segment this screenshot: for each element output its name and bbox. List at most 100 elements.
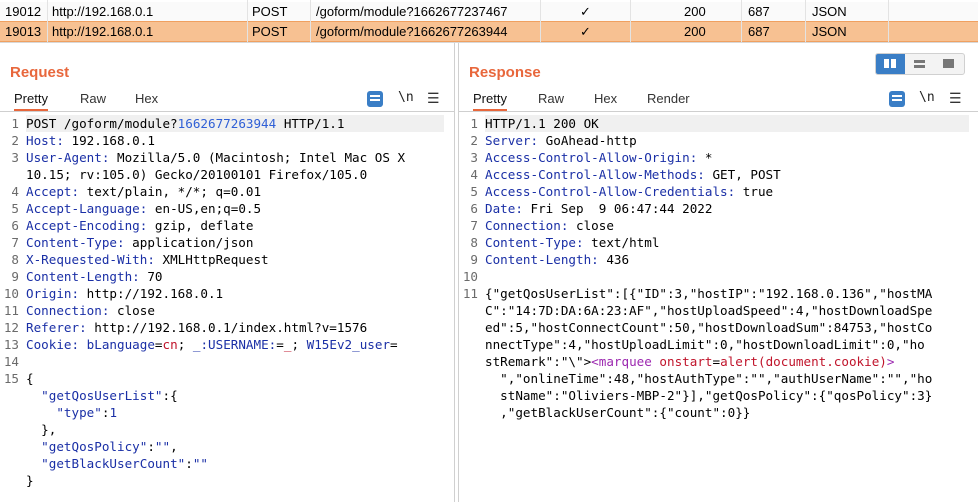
row-url: /goform/module?1662677237467 [316,4,508,19]
wrap-lines-icon[interactable] [889,91,905,107]
code-token: { [26,371,34,386]
line-number: 10 [462,269,478,284]
code-token: http://192.168.0.1/index.html?v=1576 [86,320,368,335]
code-token: 10.15; rv:105.0) Gecko/20100101 Firefox/… [26,167,368,182]
row-mime: JSON [812,24,847,39]
code-token: {"getQosUserList":[{"ID":3,"hostIP":"192… [485,286,933,301]
code-token: Host: [26,133,64,148]
code-token: text/plain, */*; q=0.01 [79,184,262,199]
response-tabs: Pretty Raw Hex Render \n ☰ [459,89,978,112]
code-token: close [109,303,155,318]
code-line: "getQosPolicy":"", [26,438,178,455]
code-line: { [26,370,34,387]
side-by-side-layout-icon[interactable] [876,54,905,74]
table-row-selected[interactable]: 19013 http://192.168.0.1 POST /goform/mo… [0,21,978,42]
tab-hex[interactable]: Hex [135,91,158,106]
row-length: 687 [748,24,770,39]
code-line: Connection: close [26,302,155,319]
code-token: C":"14:7D:DA:6A:23:AF","hostUploadSpeed"… [485,303,933,318]
code-token: POST /goform/module? [26,116,178,131]
line-number: 12 [3,320,19,335]
menu-icon[interactable]: ☰ [949,90,962,107]
code-token: "" [154,439,171,454]
response-title: Response [469,64,541,81]
row-params-check: ✓ [580,24,591,39]
row-id: 19012 [5,4,42,19]
response-editor[interactable]: 1 HTTP/1.1 200 OK 2 Server: GoAhead-http 3 Ac… [459,115,978,502]
table-row[interactable]: 19012 http://192.168.0.1 POST /goform/mo… [0,2,978,21]
code-token: XMLHttpRequest [154,252,269,267]
code-token: :{ [162,388,178,403]
code-token: Origin: [26,286,80,301]
code-line: HTTP/1.1 200 OK [485,115,969,132]
code-token: "getQosUserList" [41,388,163,403]
layout-toggle [875,53,965,75]
code-line: nnectType":4,"hostUploadLimit":0,"hostDo… [485,336,925,353]
single-pane-layout-icon[interactable] [934,54,963,74]
code-token: "" [192,456,208,471]
code-line: Content-Length: 70 [26,268,162,285]
tab-pretty[interactable]: Pretty [14,91,48,111]
newline-toggle[interactable]: \n [919,90,935,105]
stacked-layout-icon[interactable] [905,54,934,74]
code-token: <marquee [591,354,660,369]
code-token: } [26,473,34,488]
code-line: User-Agent: Mozilla/5.0 (Macintosh; Inte… [26,149,405,166]
tab-raw[interactable]: Raw [80,91,106,106]
code-line: Date: Fri Sep 9 06:47:44 2022 [485,200,712,217]
newline-toggle[interactable]: \n [398,90,414,105]
code-token: Fri Sep 9 06:47:44 2022 [522,201,713,216]
code-line: ","onlineTime":48,"hostAuthType":"","aut… [485,370,932,387]
column-divider [247,0,248,42]
request-editor[interactable]: 1 POST /goform/module?1662677263944 HTTP/… [0,115,454,502]
code-line: Access-Control-Allow-Methods: GET, POST [485,166,781,183]
history-table: 19012 http://192.168.0.1 POST /goform/mo… [0,0,978,43]
line-number: 7 [11,235,19,250]
code-line: Access-Control-Allow-Credentials: true [485,183,773,200]
line-number: 1 [11,116,19,131]
tab-raw[interactable]: Raw [538,91,564,106]
code-line: "getBlackUserCount":"" [26,455,208,472]
column-divider [540,0,541,42]
line-number: 2 [470,133,478,148]
code-line: Referer: http://192.168.0.1/index.html?v… [26,319,367,336]
menu-icon[interactable]: ☰ [427,90,440,107]
column-divider [888,0,889,42]
code-token: text/html [583,235,660,250]
code-token: http://192.168.0.1 [79,286,224,301]
code-line: Content-Type: application/json [26,234,253,251]
code-line: C":"14:7D:DA:6A:23:AF","hostUploadSpeed"… [485,302,932,319]
code-token: Access-Control-Allow-Origin: [485,150,698,165]
code-token: , [170,439,178,454]
code-line: Origin: http://192.168.0.1 [26,285,223,302]
tab-hex[interactable]: Hex [594,91,617,106]
tab-render[interactable]: Render [647,91,690,106]
column-divider [47,0,48,42]
column-divider [310,0,311,42]
code-token: Mozilla/5.0 (Macintosh; Intel Mac OS X [109,150,406,165]
code-token: 1 [109,405,118,420]
code-line: ed":5,"hostConnectCount":50,"hostDownloa… [485,319,932,336]
column-divider [741,0,742,42]
wrap-lines-icon[interactable] [367,91,383,107]
line-number: 2 [11,133,19,148]
code-line: 10.15; rv:105.0) Gecko/20100101 Firefox/… [26,166,367,183]
line-number: 9 [470,252,478,267]
code-token: Access-Control-Allow-Methods: [485,167,705,182]
line-number: 5 [11,201,19,216]
code-token: _:USERNAME: [192,337,277,352]
line-number: 5 [470,184,478,199]
code-token: Accept: [26,184,80,199]
tab-pretty[interactable]: Pretty [473,91,507,111]
line-number: 6 [470,201,478,216]
code-token: Access-Control-Allow-Credentials: [485,184,736,199]
code-line: POST /goform/module?1662677263944 HTTP/1… [26,115,444,132]
code-token: bLanguage [86,337,155,352]
code-line: Content-Length: 436 [485,251,629,268]
request-panel: Request Pretty Raw Hex \n ☰ 1 POST /gofor… [0,43,455,502]
code-token: : [147,439,155,454]
